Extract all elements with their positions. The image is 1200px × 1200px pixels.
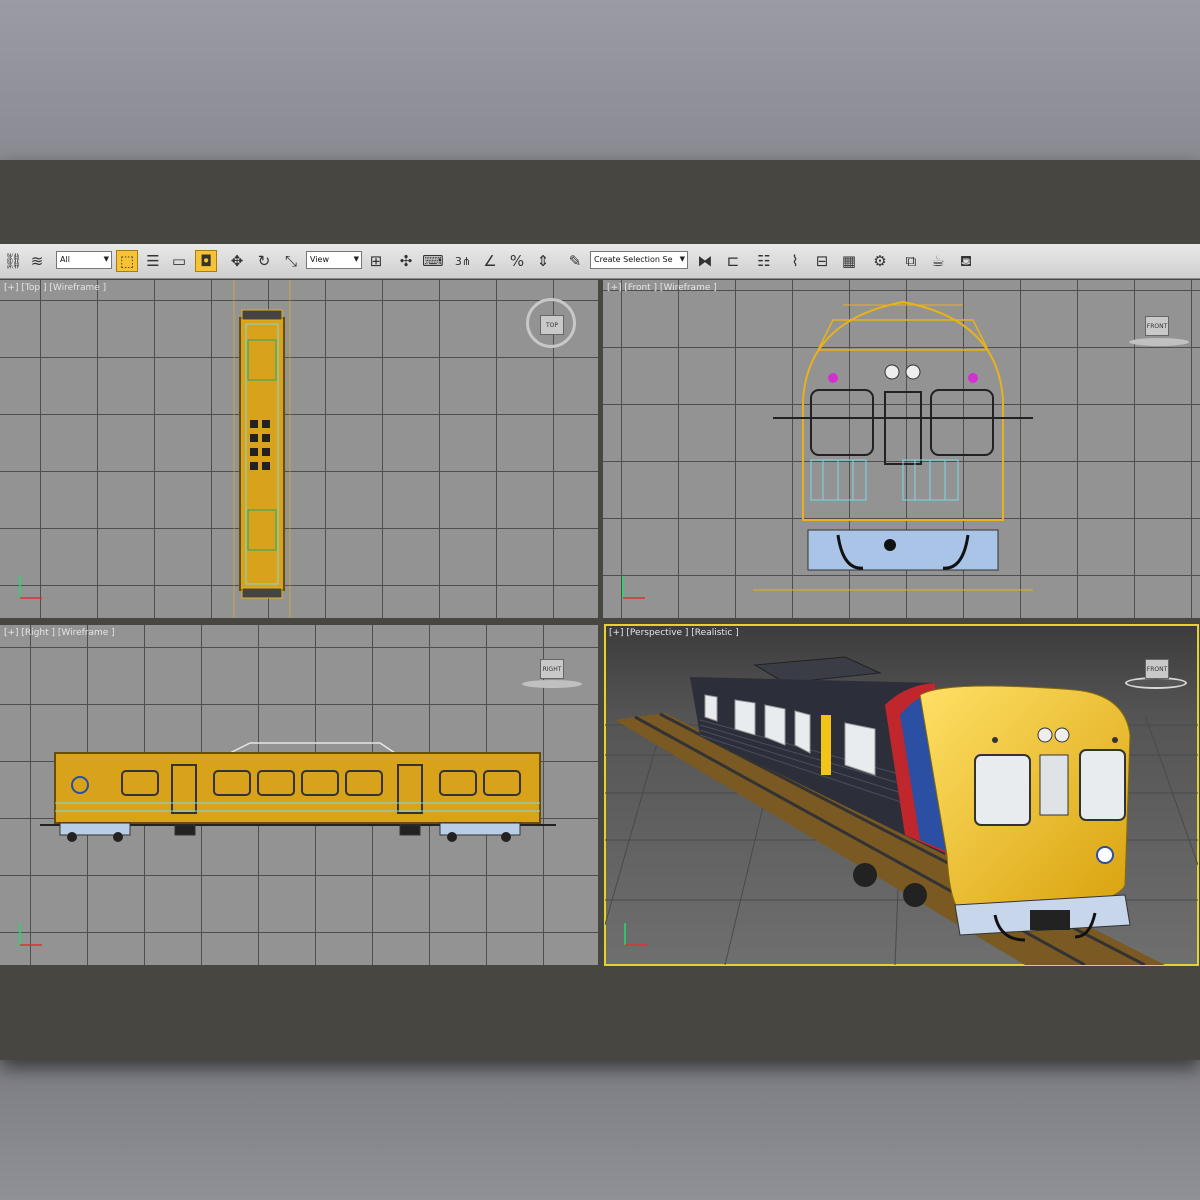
selection-filter-value: All [60,255,70,264]
train-top-wireframe [233,280,291,618]
reference-coord-dropdown[interactable]: View ▼ [306,251,362,269]
rect-select-icon[interactable]: ▭ [168,250,190,272]
perspective-scene [605,656,1198,965]
render-setup-icon[interactable]: ⚙ [869,250,891,272]
named-selection-set-value: Create Selection Se [594,255,673,264]
link-icon[interactable]: ⛓ [2,250,24,272]
window-crossing-icon[interactable]: ◘ [195,250,217,272]
main-toolbar: ⛓ ≋ All ▼ ⬚ ☰ ▭ ◘ ✥ ↻ ⤡ View ▼ ⊞ ✣ ⌨ 3 ⋔ … [0,244,1200,279]
viewport-front[interactable]: [+] [Front ] [Wireframe ] FRONT [603,280,1200,618]
chevron-down-icon: ▼ [103,255,109,263]
reference-coord-value: View [310,255,329,264]
axis-tripod-icon [19,923,42,946]
named-selection-set-dropdown[interactable]: Create Selection Se ▼ [590,251,688,269]
unlink-icon[interactable]: ≋ [26,250,48,272]
align-icon[interactable]: ⊏ [722,250,744,272]
mirror-icon[interactable]: ⧓ [694,250,716,272]
viewcube-perspective-label: FRONT [1146,665,1168,673]
spinner-snap-icon[interactable]: ⇕ [532,250,554,272]
edit-named-sets-icon[interactable]: ✎ [564,250,586,272]
chevron-down-icon: ▼ [353,255,359,263]
snaps-icon[interactable]: 3 ⋔ [452,250,474,272]
select-icon[interactable]: ⬚ [116,250,138,272]
material-editor-icon[interactable]: ▦ [838,250,860,272]
percent-snap-icon[interactable]: % [506,250,528,272]
viewport-top[interactable]: [+] [Top ] [Wireframe ] TOP [0,280,598,618]
axis-tripod-icon [624,923,647,946]
snap-dimension-label: 3 [454,254,462,268]
viewport-perspective-label[interactable]: [+] [Perspective ] [Realistic ] [609,628,739,638]
schematic-icon[interactable]: ⊟ [811,250,833,272]
layer-icon[interactable]: ☷ [753,250,775,272]
viewport-perspective[interactable]: [+] [Perspective ] [Realistic ] FRONT [604,624,1199,966]
keyboard-shortcut-icon[interactable]: ⌨ [422,250,444,272]
viewcube-perspective[interactable]: FRONT [1145,659,1169,679]
render-icon[interactable]: ☕ [927,250,949,272]
viewport-right[interactable]: [+] [Right ] [Wireframe ] RIGHT [0,625,598,965]
train-front-wireframe [753,300,1033,591]
chevron-down-icon: ▼ [679,255,685,263]
train-side-wireframe [40,742,556,842]
teapot-icon[interactable]: ⛾ [955,250,977,272]
render-frame-icon[interactable]: ⧉ [900,250,922,272]
angle-snap-icon[interactable]: ∠ [479,250,501,272]
curve-editor-icon[interactable]: ⌇ [784,250,806,272]
pivot-icon[interactable]: ⊞ [365,250,387,272]
rotate-icon[interactable]: ↻ [253,250,275,272]
move-icon[interactable]: ✥ [226,250,248,272]
manipulate-icon[interactable]: ✣ [395,250,417,272]
select-by-name-icon[interactable]: ☰ [142,250,164,272]
scale-icon[interactable]: ⤡ [280,250,302,272]
axis-tripod-icon [622,576,645,599]
axis-tripod-icon [19,576,42,599]
selection-filter-dropdown[interactable]: All ▼ [56,251,112,269]
